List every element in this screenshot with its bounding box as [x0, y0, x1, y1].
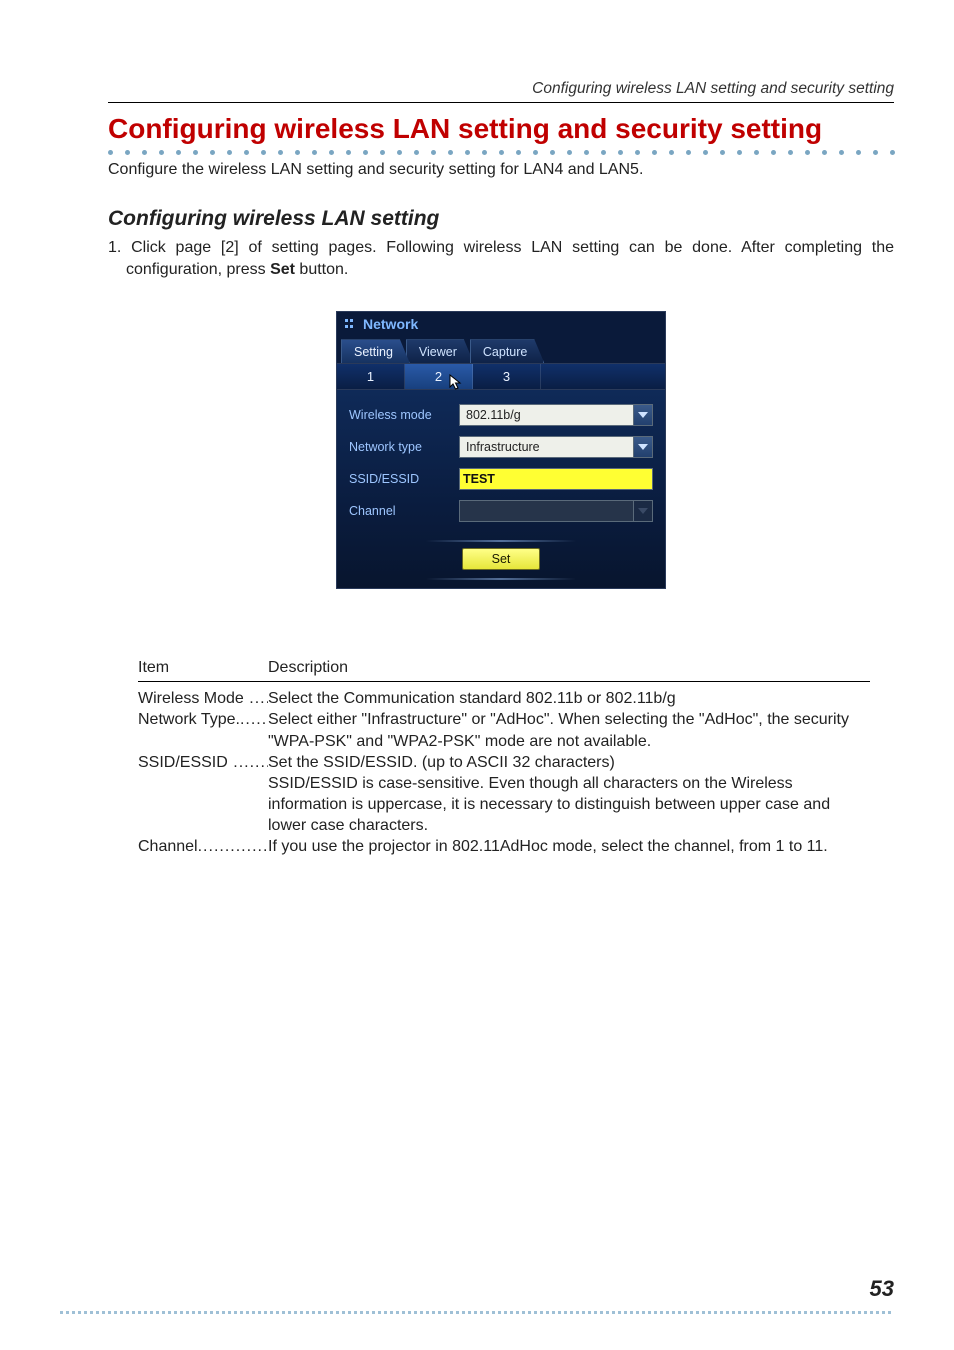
subnav-page-2[interactable]: 2 [405, 364, 473, 389]
tabs: Setting Viewer Capture [336, 336, 666, 364]
step-1-text-b: button. [295, 261, 348, 278]
intro-text: Configure the wireless LAN setting and s… [108, 159, 894, 181]
col-description: Description [268, 659, 870, 677]
table-row: Network Type..........Select either "Inf… [138, 709, 870, 751]
select-network-type-value: Infrastructure [459, 436, 633, 458]
select-wireless-mode-value: 802.11b/g [459, 404, 633, 426]
item-name: Network Type.......... [138, 709, 268, 751]
chevron-down-icon[interactable] [633, 436, 653, 458]
select-channel [459, 500, 653, 522]
subnav-spacer [541, 364, 665, 389]
table-row: SSID/ESSID ...............Set the SSID/E… [138, 752, 870, 836]
panel-titlebar: Network [336, 311, 666, 336]
item-name: Channel..................... [138, 836, 268, 857]
item-description: If you use the projector in 802.11AdHoc … [268, 836, 870, 857]
panel-title-text: Network [363, 316, 418, 332]
section-heading: Configuring wireless LAN setting [108, 207, 894, 231]
label-wireless-mode: Wireless mode [349, 408, 459, 422]
description-table: Item Description Wireless Mode ........S… [138, 659, 870, 857]
select-network-type[interactable]: Infrastructure [459, 436, 653, 458]
label-ssid: SSID/ESSID [349, 472, 459, 486]
tab-capture[interactable]: Capture [470, 339, 544, 363]
running-head: Configuring wireless LAN setting and sec… [108, 80, 894, 103]
chevron-down-icon[interactable] [633, 404, 653, 426]
step-number: 1. [108, 239, 131, 256]
label-channel: Channel [349, 504, 459, 518]
item-description: Set the SSID/ESSID. (up to ASCII 32 char… [268, 752, 870, 836]
set-button[interactable]: Set [462, 548, 540, 570]
select-channel-value [459, 500, 633, 522]
input-ssid[interactable]: TEST [459, 468, 653, 490]
item-description: Select either "Infrastructure" or "AdHoc… [268, 709, 870, 751]
grip-icon [345, 319, 357, 329]
step-1-bold: Set [270, 261, 295, 278]
page-subnav: 1 2 3 [336, 364, 666, 390]
subnav-page-3[interactable]: 3 [473, 364, 541, 389]
description-header: Item Description [138, 659, 870, 682]
tab-setting[interactable]: Setting [341, 339, 410, 363]
footer-rule [60, 1311, 894, 1314]
table-row: Channel.....................If you use t… [138, 836, 870, 857]
step-1-text-a: Click page [2] of setting pages. Followi… [126, 239, 894, 278]
chevron-down-icon [633, 500, 653, 522]
network-panel: Network Setting Viewer Capture 1 2 3 Wir… [336, 311, 666, 589]
form-area: Wireless mode 802.11b/g Network type Inf… [336, 390, 666, 589]
tab-viewer[interactable]: Viewer [406, 339, 474, 363]
step-1: 1. Click page [2] of setting pages. Foll… [108, 237, 894, 282]
subnav-page-2-label: 2 [435, 369, 442, 384]
col-item: Item [138, 659, 268, 677]
decorative-dots [108, 147, 894, 157]
item-name: SSID/ESSID ............... [138, 752, 268, 836]
item-name: Wireless Mode ........ [138, 688, 268, 709]
item-description: Select the Communication standard 802.11… [268, 688, 870, 709]
page-title: Configuring wireless LAN setting and sec… [108, 113, 894, 145]
select-wireless-mode[interactable]: 802.11b/g [459, 404, 653, 426]
page-number: 53 [870, 1276, 894, 1302]
subnav-page-1[interactable]: 1 [337, 364, 405, 389]
table-row: Wireless Mode ........Select the Communi… [138, 688, 870, 709]
label-network-type: Network type [349, 440, 459, 454]
